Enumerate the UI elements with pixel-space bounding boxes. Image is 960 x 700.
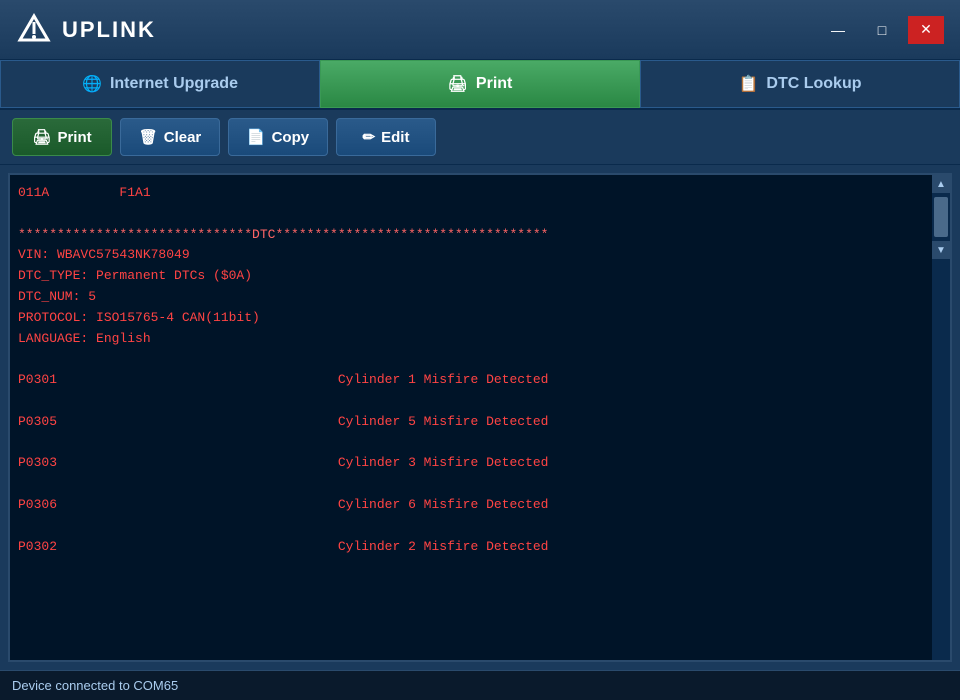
app-logo: UPLINK xyxy=(16,12,156,48)
text-line: VIN: WBAVC57543NK78049 xyxy=(18,245,926,266)
dtc-icon: 📋 xyxy=(738,74,758,94)
copy-button[interactable]: 📄 Copy xyxy=(228,118,328,156)
empty-line xyxy=(18,474,926,495)
restore-button[interactable]: □ xyxy=(864,16,900,44)
text-line: LANGUAGE: English xyxy=(18,329,926,350)
text-line: PROTOCOL: ISO15765-4 CAN(11bit) xyxy=(18,308,926,329)
copy-button-icon: 📄 xyxy=(247,128,266,146)
edit-button[interactable]: ✏ Edit xyxy=(336,118,436,156)
print-button-label: Print xyxy=(57,129,91,146)
text-line: DTC_NUM: 5 xyxy=(18,287,926,308)
clear-button-icon: 🗑 xyxy=(139,128,158,146)
empty-line xyxy=(18,516,926,537)
edit-button-icon: ✏ xyxy=(363,128,376,146)
close-button[interactable]: ✕ xyxy=(908,16,944,44)
app-title: UPLINK xyxy=(62,17,156,43)
content-area: 011A F1A1 ******************************D… xyxy=(0,165,960,670)
minimize-button[interactable]: — xyxy=(820,16,856,44)
tab-dtc-lookup-label: DTC Lookup xyxy=(766,75,861,93)
clear-button-label: Clear xyxy=(164,129,202,146)
tab-dtc-lookup[interactable]: 📋 DTC Lookup xyxy=(640,60,960,108)
edit-button-label: Edit xyxy=(381,129,409,146)
text-line: 011A F1A1 xyxy=(18,183,926,204)
window-controls: — □ ✕ xyxy=(820,16,944,44)
text-content: 011A F1A1 ******************************D… xyxy=(10,175,950,660)
title-bar: UPLINK — □ ✕ xyxy=(0,0,960,60)
print-button-icon: 🖨 xyxy=(32,128,51,146)
empty-line xyxy=(18,349,926,370)
print-button[interactable]: 🖨 Print xyxy=(12,118,112,156)
empty-line xyxy=(18,391,926,412)
globe-icon: 🌐 xyxy=(82,74,102,94)
scroll-thumb[interactable] xyxy=(934,197,948,237)
toolbar: 🖨 Print 🗑 Clear 📄 Copy ✏ Edit xyxy=(0,110,960,165)
status-bar: Device connected to COM65 xyxy=(0,670,960,700)
text-line: DTC_TYPE: Permanent DTCs ($0A) xyxy=(18,266,926,287)
nav-tabs: 🌐 Internet Upgrade 🖨 Print 📋 DTC Lookup xyxy=(0,60,960,110)
dtc-row: P0306 Cylinder 6 Misfire Detected xyxy=(18,495,926,516)
status-text: Device connected to COM65 xyxy=(12,678,178,693)
scroll-down-button[interactable]: ▼ xyxy=(932,241,950,259)
scroll-up-button[interactable]: ▲ xyxy=(932,175,950,193)
empty-line xyxy=(18,204,926,225)
dtc-row: P0301 Cylinder 1 Misfire Detected xyxy=(18,370,926,391)
dtc-row: P0302 Cylinder 2 Misfire Detected xyxy=(18,537,926,558)
dtc-row: P0305 Cylinder 5 Misfire Detected xyxy=(18,412,926,433)
tab-print[interactable]: 🖨 Print xyxy=(320,60,640,108)
empty-line xyxy=(18,433,926,454)
logo-icon xyxy=(16,12,52,48)
clear-button[interactable]: 🗑 Clear xyxy=(120,118,220,156)
copy-button-label: Copy xyxy=(272,129,310,146)
print-tab-icon: 🖨 xyxy=(448,74,468,94)
tab-print-label: Print xyxy=(476,75,512,93)
text-display[interactable]: 011A F1A1 ******************************D… xyxy=(8,173,952,662)
scrollbar[interactable]: ▲ ▼ xyxy=(932,175,950,660)
tab-internet-upgrade-label: Internet Upgrade xyxy=(110,75,238,93)
text-line: ******************************DTC*******… xyxy=(18,225,926,246)
tab-internet-upgrade[interactable]: 🌐 Internet Upgrade xyxy=(0,60,320,108)
dtc-row: P0303 Cylinder 3 Misfire Detected xyxy=(18,453,926,474)
